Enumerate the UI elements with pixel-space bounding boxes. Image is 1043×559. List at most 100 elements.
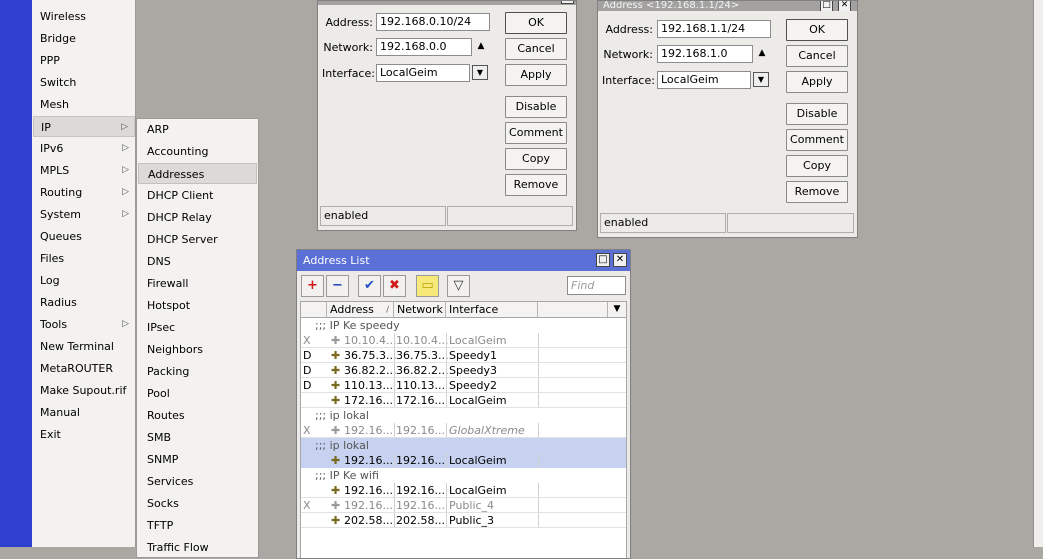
- close-icon[interactable]: ✕: [613, 253, 627, 267]
- table-row[interactable]: X ✚ 192.16... 192.16... GlobalXtreme: [301, 423, 626, 438]
- address-list-titlebar[interactable]: Address List □ ✕: [297, 250, 630, 271]
- address-input[interactable]: 192.168.0.10/24: [376, 13, 490, 31]
- find-input[interactable]: Find: [567, 276, 626, 295]
- apply-button[interactable]: Apply: [505, 64, 567, 86]
- minimize-icon[interactable]: □: [820, 1, 833, 11]
- ok-button[interactable]: OK: [786, 19, 848, 41]
- submenu-item-hotspot[interactable]: Hotspot: [138, 295, 257, 316]
- submenu-item-packing[interactable]: Packing: [138, 361, 257, 382]
- menu-item-queues[interactable]: Queues: [33, 226, 135, 247]
- cancel-button[interactable]: Cancel: [505, 38, 567, 60]
- menu-item-tools[interactable]: Tools ▷: [33, 314, 135, 335]
- submenu-item-pool[interactable]: Pool: [138, 383, 257, 404]
- submenu-item-routes[interactable]: Routes: [138, 405, 257, 426]
- comment-note-icon[interactable]: ▭: [416, 275, 439, 297]
- interface-select[interactable]: LocalGeim: [657, 71, 751, 89]
- menu-item-ip[interactable]: IP ▷: [33, 116, 135, 137]
- menu-item-bridge[interactable]: Bridge: [33, 28, 135, 49]
- close-icon[interactable]: ✕: [838, 1, 851, 11]
- table-row-selected[interactable]: ✚ 192.16... 192.16... LocalGeim: [301, 453, 626, 468]
- filter-funnel-icon[interactable]: ▽: [447, 275, 470, 297]
- submenu-item-dhcp-relay[interactable]: DHCP Relay: [138, 207, 257, 228]
- menu-item-system[interactable]: System ▷: [33, 204, 135, 225]
- remove-button[interactable]: Remove: [786, 181, 848, 203]
- table-row[interactable]: ✚ 192.16... 192.16... LocalGeim: [301, 483, 626, 498]
- disable-button[interactable]: Disable: [786, 103, 848, 125]
- network-input[interactable]: 192.168.1.0: [657, 45, 753, 63]
- comment-row[interactable]: ;;; ip lokal: [301, 408, 626, 423]
- comment-row[interactable]: ;;; IP Ke wifi: [301, 468, 626, 483]
- spin-up-icon[interactable]: ▲: [756, 48, 768, 58]
- submenu-item-services[interactable]: Services: [138, 471, 257, 492]
- dialog-titlebar[interactable]: Address <192.168.1.1/24> □ ✕: [598, 1, 857, 11]
- enable-check-icon[interactable]: ✔: [358, 275, 381, 297]
- submenu-item-ipsec[interactable]: IPsec: [138, 317, 257, 338]
- disable-button[interactable]: Disable: [505, 96, 567, 118]
- menu-item-wireless[interactable]: Wireless: [33, 6, 135, 27]
- comment-button[interactable]: Comment: [505, 122, 567, 144]
- menu-item-log[interactable]: Log: [33, 270, 135, 291]
- cancel-button[interactable]: Cancel: [786, 45, 848, 67]
- submenu-item-snmp[interactable]: SNMP: [138, 449, 257, 470]
- column-network[interactable]: Network: [394, 302, 446, 317]
- table-row[interactable]: D ✚ 36.82.2... 36.82.2... Speedy3: [301, 363, 626, 378]
- table-row[interactable]: X ✚ 192.16... 192.16... Public_4: [301, 498, 626, 513]
- submenu-item-traffic-flow[interactable]: Traffic Flow: [138, 537, 257, 558]
- address-input[interactable]: 192.168.1.1/24: [657, 20, 771, 38]
- column-address[interactable]: Address /: [327, 302, 394, 317]
- comment-button[interactable]: Comment: [786, 129, 848, 151]
- comment-row[interactable]: ;;; IP Ke speedy: [301, 318, 626, 333]
- submenu-item-dhcp-server[interactable]: DHCP Server: [138, 229, 257, 250]
- minimize-icon[interactable]: □: [596, 253, 610, 267]
- menu-item-label: Manual: [40, 406, 80, 419]
- submenu-item-arp[interactable]: ARP: [138, 119, 257, 140]
- submenu-item-accounting[interactable]: Accounting: [138, 141, 257, 162]
- disable-x-icon[interactable]: ✖: [383, 275, 406, 297]
- menu-item-mpls[interactable]: MPLS ▷: [33, 160, 135, 181]
- menu-item-ipv6[interactable]: IPv6 ▷: [33, 138, 135, 159]
- table-row[interactable]: D ✚ 36.75.3... 36.75.3... Speedy1: [301, 348, 626, 363]
- ok-button[interactable]: OK: [505, 12, 567, 34]
- submenu-item-socks[interactable]: Socks: [138, 493, 257, 514]
- network-input[interactable]: 192.168.0.0: [376, 38, 472, 56]
- column-flag[interactable]: [301, 302, 327, 317]
- menu-item-radius[interactable]: Radius: [33, 292, 135, 313]
- menu-item-files[interactable]: Files: [33, 248, 135, 269]
- column-extra[interactable]: [538, 302, 608, 317]
- table-row[interactable]: ✚ 172.16... 172.16... LocalGeim: [301, 393, 626, 408]
- menu-item-manual[interactable]: Manual: [33, 402, 135, 423]
- table-row[interactable]: D ✚ 110.13... 110.13... Speedy2: [301, 378, 626, 393]
- menu-item-mesh[interactable]: Mesh: [33, 94, 135, 115]
- column-menu-icon[interactable]: ▼: [608, 302, 626, 317]
- table-row[interactable]: ✚ 202.58... 202.58... Public_3: [301, 513, 626, 528]
- spin-up-icon[interactable]: ▲: [475, 41, 487, 51]
- menu-item-make-supout[interactable]: Make Supout.rif: [33, 380, 135, 401]
- menu-item-new-terminal[interactable]: New Terminal: [33, 336, 135, 357]
- menu-item-metarouter[interactable]: MetaROUTER: [33, 358, 135, 379]
- submenu-item-smb[interactable]: SMB: [138, 427, 257, 448]
- dropdown-arrow-icon[interactable]: ▼: [472, 65, 488, 80]
- comment-row-selected[interactable]: ;;; ip lokal: [301, 438, 626, 453]
- submenu-item-addresses[interactable]: Addresses: [138, 163, 257, 184]
- submenu-item-dns[interactable]: DNS: [138, 251, 257, 272]
- copy-button[interactable]: Copy: [786, 155, 848, 177]
- submenu-item-tftp[interactable]: TFTP: [138, 515, 257, 536]
- dialog-titlebar[interactable]: [318, 1, 576, 5]
- copy-button[interactable]: Copy: [505, 148, 567, 170]
- interface-select[interactable]: LocalGeim: [376, 64, 470, 82]
- menu-item-switch[interactable]: Switch: [33, 72, 135, 93]
- table-row[interactable]: X ✚ 10.10.4... 10.10.4... LocalGeim: [301, 333, 626, 348]
- submenu-item-dhcp-client[interactable]: DHCP Client: [138, 185, 257, 206]
- close-icon[interactable]: [561, 1, 574, 4]
- menu-item-exit[interactable]: Exit: [33, 424, 135, 445]
- remove-icon[interactable]: −: [326, 275, 349, 297]
- remove-button[interactable]: Remove: [505, 174, 567, 196]
- submenu-item-neighbors[interactable]: Neighbors: [138, 339, 257, 360]
- column-interface[interactable]: Interface: [446, 302, 538, 317]
- menu-item-routing[interactable]: Routing ▷: [33, 182, 135, 203]
- add-icon[interactable]: +: [301, 275, 324, 297]
- submenu-item-firewall[interactable]: Firewall: [138, 273, 257, 294]
- dropdown-arrow-icon[interactable]: ▼: [753, 72, 769, 87]
- apply-button[interactable]: Apply: [786, 71, 848, 93]
- menu-item-ppp[interactable]: PPP: [33, 50, 135, 71]
